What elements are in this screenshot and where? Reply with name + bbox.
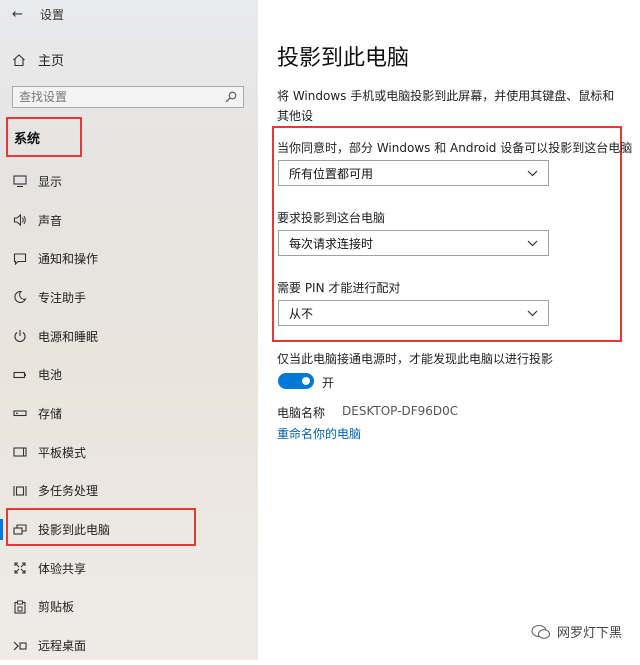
sidebar-item-label: 声音 bbox=[38, 213, 63, 228]
chevron-down-icon bbox=[527, 310, 538, 316]
sidebar-item-label: 远程桌面 bbox=[38, 639, 87, 654]
toggle-state-text: 开 bbox=[322, 376, 335, 390]
sidebar-item-sound[interactable]: 声音 bbox=[0, 201, 258, 240]
search-box[interactable] bbox=[12, 86, 244, 108]
request-value: 每次请求连接时 bbox=[289, 236, 374, 251]
pc-name-value: DESKTOP-DF96D0C bbox=[342, 404, 459, 418]
power-discovery-label: 仅当此电脑接通电源时，才能发现此电脑以进行投影 bbox=[277, 352, 554, 366]
sidebar-item-label: 平板模式 bbox=[38, 445, 87, 460]
availability-dropdown[interactable]: 所有位置都可用 bbox=[278, 160, 549, 186]
storage-icon bbox=[12, 405, 28, 421]
page-title: 投影到此电脑 bbox=[277, 46, 410, 71]
sidebar-item-focus-assist[interactable]: 专注助手 bbox=[0, 278, 258, 317]
wechat-icon bbox=[531, 624, 551, 639]
request-dropdown[interactable]: 每次请求连接时 bbox=[278, 230, 549, 256]
monitor-icon bbox=[12, 173, 28, 189]
watermark-text: 网罗灯下黑 bbox=[556, 626, 622, 641]
sidebar-item-label: 专注助手 bbox=[38, 290, 87, 305]
sidebar-item-remote-desktop[interactable]: 远程桌面 bbox=[0, 626, 258, 665]
sidebar-item-label: 存储 bbox=[38, 406, 63, 421]
sidebar-item-notifications[interactable]: 通知和操作 bbox=[0, 239, 258, 278]
project-icon bbox=[12, 522, 28, 538]
sidebar-item-label: 电池 bbox=[38, 368, 63, 383]
page-description: 将 Windows 手机或电脑投影到此屏幕，并使用其键盘、鼠标和其他设 bbox=[277, 89, 615, 123]
availability-label: 当你同意时，部分 Windows 和 Android 设备可以投影到这台电脑 bbox=[277, 141, 633, 155]
nav-home[interactable]: 主页 bbox=[12, 50, 64, 69]
pin-value: 从不 bbox=[289, 306, 314, 321]
power-discovery-toggle[interactable] bbox=[278, 373, 314, 389]
pin-label: 需要 PIN 才能进行配对 bbox=[277, 281, 401, 295]
sidebar-item-power[interactable]: 电源和睡眠 bbox=[0, 317, 258, 356]
battery-icon bbox=[12, 367, 28, 383]
nav-home-label: 主页 bbox=[38, 54, 65, 69]
rename-pc-link[interactable]: 重命名你的电脑 bbox=[277, 425, 361, 442]
clipboard-icon bbox=[12, 599, 28, 615]
search-icon bbox=[225, 91, 237, 103]
toggle-knob bbox=[302, 377, 310, 385]
window-title: 设置 bbox=[40, 7, 65, 22]
chevron-down-icon bbox=[527, 240, 538, 246]
sidebar-item-multitasking[interactable]: 多任务处理 bbox=[0, 472, 258, 511]
sidebar-item-display[interactable]: 显示 bbox=[0, 162, 258, 201]
availability-value: 所有位置都可用 bbox=[289, 166, 374, 181]
sidebar-item-battery[interactable]: 电池 bbox=[0, 355, 258, 394]
main-content: 投影到此电脑 将 Windows 手机或电脑投影到此屏幕，并使用其键盘、鼠标和其… bbox=[258, 0, 640, 660]
title-bar: ← 设置 bbox=[12, 4, 64, 24]
sidebar-item-tablet-mode[interactable]: 平板模式 bbox=[0, 433, 258, 472]
tablet-icon bbox=[12, 444, 28, 460]
sidebar: ← 设置 主页 系统 显示 声音 通知和操作 专注助手 电源和睡眠 bbox=[0, 0, 258, 660]
pc-name-label: 电脑名称 bbox=[277, 406, 326, 420]
sidebar-item-storage[interactable]: 存储 bbox=[0, 394, 258, 433]
sidebar-item-label: 显示 bbox=[38, 174, 63, 189]
power-icon bbox=[12, 328, 28, 344]
chevron-down-icon bbox=[527, 170, 538, 176]
request-label: 要求投影到这台电脑 bbox=[277, 211, 386, 225]
share-icon bbox=[12, 560, 28, 576]
sidebar-item-label: 多任务处理 bbox=[38, 484, 99, 499]
back-arrow-icon[interactable]: ← bbox=[12, 7, 40, 22]
watermark: 网罗灯下黑 bbox=[531, 622, 622, 641]
sidebar-item-label: 通知和操作 bbox=[38, 252, 99, 267]
multitasking-icon bbox=[12, 483, 28, 499]
speaker-icon bbox=[12, 212, 28, 228]
sidebar-item-label: 投影到此电脑 bbox=[38, 523, 111, 538]
sidebar-item-label: 体验共享 bbox=[38, 561, 87, 576]
sidebar-item-label: 剪贴板 bbox=[38, 600, 75, 615]
moon-icon bbox=[12, 289, 28, 305]
sidebar-item-clipboard[interactable]: 剪贴板 bbox=[0, 588, 258, 627]
sidebar-item-label: 电源和睡眠 bbox=[38, 329, 99, 344]
notification-icon bbox=[12, 251, 28, 267]
sidebar-item-shared-experiences[interactable]: 体验共享 bbox=[0, 549, 258, 588]
search-input[interactable] bbox=[19, 90, 225, 104]
section-title: 系统 bbox=[6, 117, 82, 157]
pin-dropdown[interactable]: 从不 bbox=[278, 300, 549, 326]
home-icon bbox=[13, 53, 25, 66]
remote-desktop-icon bbox=[12, 638, 28, 654]
nav-list: 显示 声音 通知和操作 专注助手 电源和睡眠 电池 存储 平板模式 多任务处理 … bbox=[0, 162, 258, 665]
sidebar-item-project-to-pc[interactable]: 投影到此电脑 bbox=[0, 510, 258, 549]
